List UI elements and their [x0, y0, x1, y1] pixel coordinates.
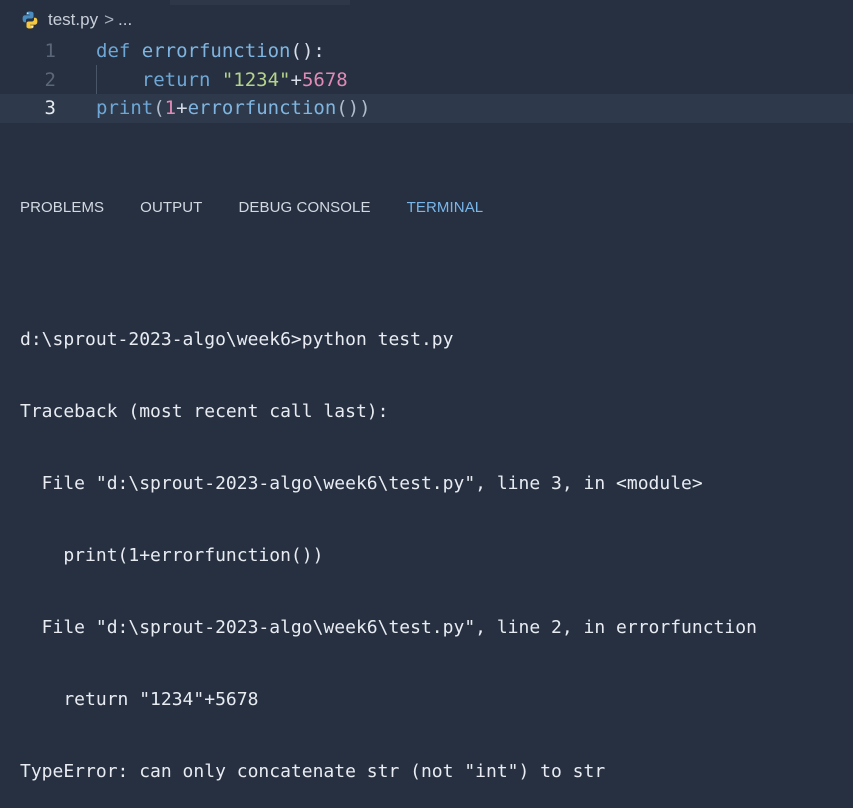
line-code: return "1234"+5678: [96, 69, 348, 91]
breadcrumb-file[interactable]: test.py: [48, 10, 98, 30]
function-token: errorfunction: [141, 40, 291, 62]
code-editor[interactable]: 1 def errorfunction(): 2 return "1234"+5…: [0, 36, 853, 136]
terminal-line: d:\sprout-2023-algo\week6>python test.py: [20, 329, 454, 350]
breadcrumb: test.py > ...: [0, 0, 853, 40]
terminal-line: return "1234"+5678: [20, 689, 259, 710]
tab-terminal[interactable]: TERMINAL: [407, 199, 484, 216]
python-file-icon: [22, 11, 38, 29]
terminal-output[interactable]: d:\sprout-2023-algo\week6>python test.py…: [20, 280, 850, 808]
keyword-token: def: [96, 40, 131, 62]
tab-debug-console[interactable]: DEBUG CONSOLE: [238, 199, 370, 216]
line-number: 2: [44, 69, 56, 91]
editor-line-current[interactable]: 3 print(1+errorfunction()): [0, 94, 853, 123]
breadcrumb-more[interactable]: ...: [118, 10, 132, 30]
editor-line[interactable]: 1 def errorfunction():: [0, 37, 853, 66]
number-token: 5678: [301, 69, 348, 91]
function-token: print: [96, 97, 154, 119]
terminal-line: Traceback (most recent call last):: [20, 401, 389, 422]
editor-line[interactable]: 2 return "1234"+5678: [0, 66, 853, 95]
terminal-line: File "d:\sprout-2023-algo\week6\test.py"…: [20, 473, 703, 494]
panel-tabs: PROBLEMS OUTPUT DEBUG CONSOLE TERMINAL: [0, 190, 853, 224]
string-token: "1234": [221, 69, 291, 91]
breadcrumb-separator: >: [104, 10, 115, 29]
number-token: 1: [164, 97, 177, 119]
terminal-line: File "d:\sprout-2023-algo\week6\test.py"…: [20, 617, 757, 638]
terminal-line: print(1+errorfunction()): [20, 545, 324, 566]
line-code: def errorfunction():: [96, 40, 325, 62]
keyword-token: return: [96, 69, 222, 91]
tab-problems[interactable]: PROBLEMS: [20, 199, 104, 216]
terminal-line: TypeError: can only concatenate str (not…: [20, 761, 606, 782]
line-code: print(1+errorfunction()): [96, 97, 371, 119]
function-token: errorfunction: [187, 97, 337, 119]
line-number: 1: [44, 40, 56, 62]
line-number: 3: [44, 97, 56, 119]
tab-output[interactable]: OUTPUT: [140, 199, 202, 216]
